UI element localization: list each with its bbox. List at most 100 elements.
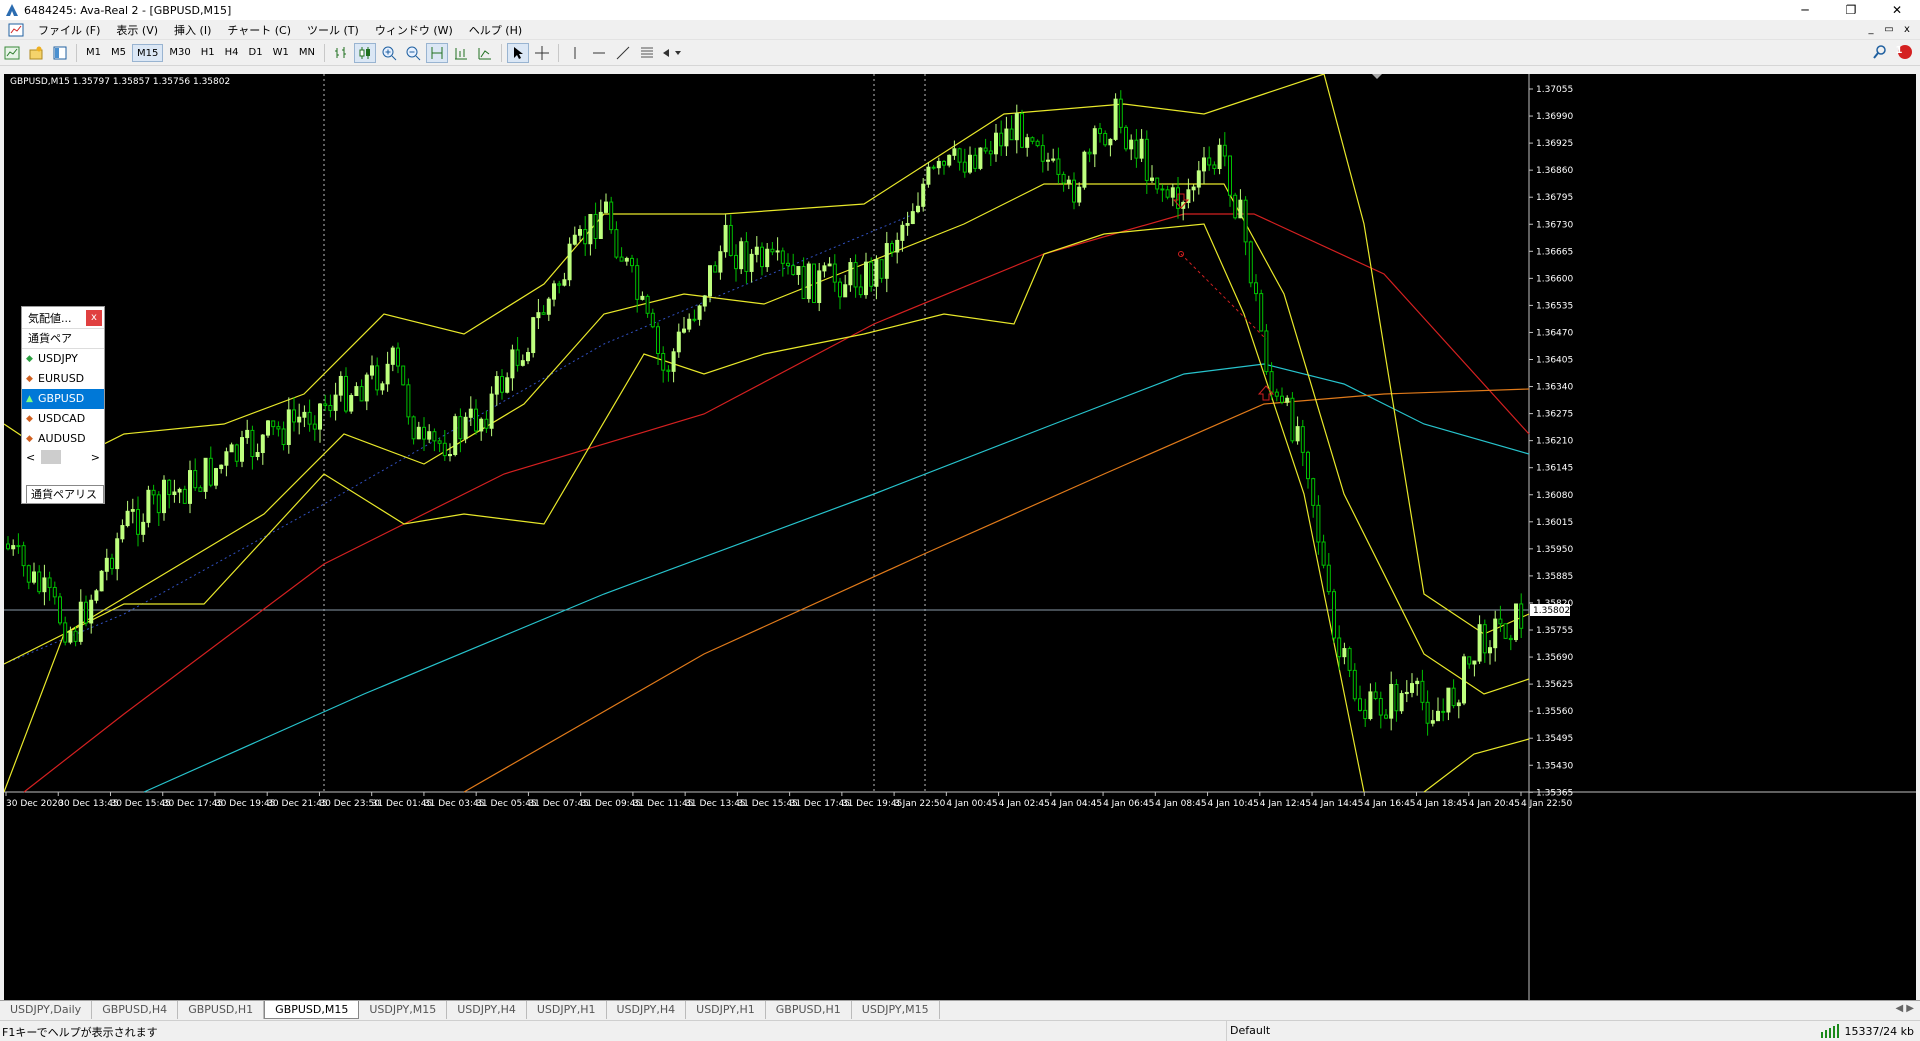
market-watch-scrollbar[interactable]: < > [22, 449, 104, 465]
timeframe-w1-button[interactable]: W1 [269, 44, 293, 62]
candle-body [125, 510, 130, 527]
candle-body [468, 408, 473, 418]
new-chart-icon[interactable] [1, 43, 23, 63]
chart-tab-usdjpy-m15[interactable]: USDJPY,M15 [359, 1001, 448, 1019]
candle-body [682, 328, 686, 333]
market-watch-row-usdcad[interactable]: ◆ USDCAD [22, 409, 104, 429]
timeframe-h1-button[interactable]: H1 [197, 44, 219, 62]
scroll-thumb[interactable] [41, 450, 62, 464]
bar-chart-icon[interactable] [330, 43, 352, 63]
mdi-restore-button[interactable]: ▭ [1880, 22, 1898, 38]
symbol-name: GBPUSD [38, 392, 85, 405]
candle-body [593, 213, 598, 239]
mdi-close-button[interactable]: x [1898, 22, 1916, 38]
menu-tools[interactable]: ツール (T) [299, 22, 367, 38]
timeframe-m1-button[interactable]: M1 [82, 44, 105, 62]
chart-tab-usdjpy-h1[interactable]: USDJPY,H1 [686, 1001, 766, 1019]
menu-insert[interactable]: 挿入 (I) [166, 22, 219, 38]
menu-help[interactable]: ヘルプ (H) [461, 22, 530, 38]
candle-body [1082, 151, 1087, 188]
candle-body [780, 250, 785, 264]
crosshair-icon[interactable] [531, 43, 553, 63]
menu-file[interactable]: ファイル (F) [30, 22, 108, 38]
cursor-icon[interactable] [506, 42, 529, 63]
chart-tab-gbpusd-h1[interactable]: GBPUSD,H1 [178, 1001, 265, 1019]
chart-shift-icon[interactable] [450, 43, 472, 63]
scroll-right-icon[interactable]: > [91, 451, 100, 464]
restore-button[interactable]: ❐ [1828, 0, 1874, 20]
timeframe-mn-button[interactable]: MN [295, 44, 319, 62]
chart-tab-gbpusd-h4[interactable]: GBPUSD,H4 [92, 1001, 179, 1019]
market-watch-toggle-icon[interactable] [49, 43, 71, 63]
mdi-minimize-button[interactable]: _ [1862, 22, 1880, 38]
candle-body [879, 259, 884, 279]
candle-body [416, 426, 421, 440]
chart-tab-gbpusd-m15[interactable]: GBPUSD,M15 [264, 1001, 360, 1019]
candlestick-chart-icon[interactable] [353, 42, 376, 63]
shapes-dropdown-icon[interactable] [660, 43, 682, 63]
horizontal-line-icon[interactable] [588, 43, 610, 63]
profiles-icon[interactable] [25, 43, 47, 63]
candle-body [1410, 683, 1414, 693]
vertical-line-icon[interactable] [564, 43, 586, 63]
candle-body [1425, 701, 1430, 724]
time-tick-label: 4 Jan 02:45 [999, 799, 1050, 809]
minimize-button[interactable]: ─ [1782, 0, 1828, 20]
candle-body [1451, 687, 1456, 707]
tab-scroll-arrows[interactable]: ◀ ▶ [1895, 1003, 1914, 1014]
tile-windows-icon[interactable] [425, 42, 448, 63]
zoom-in-icon[interactable] [378, 43, 400, 63]
candle-body [224, 451, 229, 466]
candle-body [630, 257, 634, 267]
market-watch-row-usdjpy[interactable]: ◆ USDJPY [22, 349, 104, 369]
chart-tab-usdjpy-daily[interactable]: USDJPY,Daily [0, 1001, 93, 1019]
candle-body [94, 590, 99, 601]
candle-body [489, 393, 494, 429]
chart-tab-usdjpy-h1[interactable]: USDJPY,H1 [527, 1001, 607, 1019]
candle-body [624, 257, 629, 262]
price-chart[interactable]: 1.37055 1.36990 1.36925 1.36860 1.36795 1.367… [4, 74, 1916, 1000]
market-watch-close-button[interactable]: x [86, 310, 102, 326]
timeframe-h4-button[interactable]: H4 [221, 44, 243, 62]
candle-body [229, 444, 234, 453]
candle-body [1358, 698, 1362, 711]
candle-body [1316, 504, 1321, 543]
trendline-icon[interactable] [612, 43, 634, 63]
tick-up-icon: ▲ [26, 394, 33, 404]
timeframe-m30-button[interactable]: M30 [165, 44, 194, 62]
close-button[interactable]: ✕ [1874, 0, 1920, 20]
market-watch-row-eurusd[interactable]: ◆ EURUSD [22, 369, 104, 389]
market-watch-column-header[interactable]: 通貨ペア [22, 329, 104, 349]
market-watch-row-audusd[interactable]: ◆ AUDUSD [22, 429, 104, 449]
candle-body [458, 416, 463, 440]
search-icon[interactable] [1872, 44, 1888, 60]
candle-body [292, 409, 296, 423]
chart-canvas[interactable]: 1.37055 1.36990 1.36925 1.36860 1.36795 1.367… [4, 74, 1916, 1000]
chart-tab-gbpusd-h1[interactable]: GBPUSD,H1 [766, 1001, 852, 1019]
market-watch-tab-symbols[interactable]: 通貨ペアリスト [26, 485, 104, 519]
fibonacci-icon[interactable] [636, 43, 658, 63]
candle-body [240, 437, 244, 462]
timeframe-m5-button[interactable]: M5 [107, 44, 130, 62]
timeframe-m15-button[interactable]: M15 [132, 43, 164, 62]
auto-scroll-icon[interactable] [474, 43, 496, 63]
time-tick-label: 4 Jan 04:45 [1051, 799, 1102, 809]
candle-body [1150, 177, 1154, 181]
chart-tab-usdjpy-h4[interactable]: USDJPY,H4 [447, 1001, 527, 1019]
timeframe-d1-button[interactable]: D1 [245, 44, 267, 62]
candle-body [531, 317, 536, 354]
market-watch-window[interactable]: 気配値... x 通貨ペア ◆ USDJPY ◆ EURUSD ▲ GBPUSD ◆ USDC… [21, 306, 105, 519]
zoom-out-icon[interactable] [402, 43, 424, 63]
scroll-left-icon[interactable]: < [26, 451, 35, 464]
chart-tab-usdjpy-h4[interactable]: USDJPY,H4 [607, 1001, 687, 1019]
candle-body [193, 470, 198, 489]
menu-chart[interactable]: チャート (C) [219, 22, 299, 38]
menu-view[interactable]: 表示 (V) [108, 22, 166, 38]
chart-tab-usdjpy-m15[interactable]: USDJPY,M15 [852, 1001, 940, 1019]
candle-body [1300, 426, 1305, 453]
market-watch-row-gbpusd[interactable]: ▲ GBPUSD [22, 389, 104, 409]
menu-window[interactable]: ウィンドウ (W) [367, 22, 461, 38]
candle-body [271, 420, 276, 428]
candle-body [609, 201, 614, 231]
price-tick-label: 1.36600 [1536, 274, 1573, 284]
